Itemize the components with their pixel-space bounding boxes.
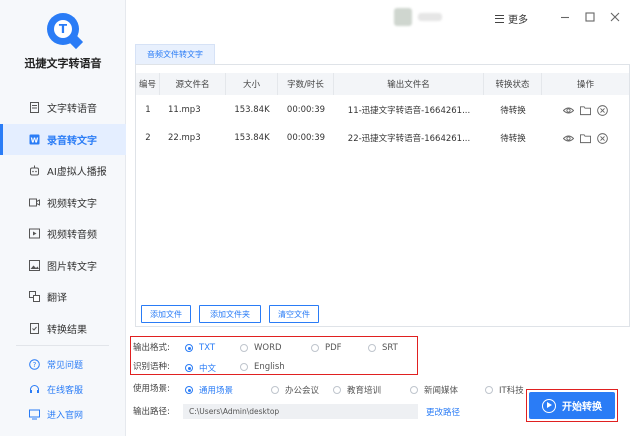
col-header-size: 大小: [226, 73, 278, 95]
translate-icon: [28, 291, 40, 303]
sidebar-footer: ? 常见问题 在线客服 进入官网: [0, 352, 126, 427]
footer-link-label: 常见问题: [47, 361, 84, 371]
question-icon: ?: [28, 359, 40, 371]
text-doc-icon: [28, 102, 40, 114]
col-header-duration: 字数/时长: [278, 73, 334, 95]
sidebar-item-label: 转换结果: [47, 324, 87, 336]
close-icon: [610, 12, 620, 22]
start-convert-button[interactable]: 开始转换: [529, 392, 615, 419]
image-icon: [28, 259, 40, 271]
output-path-input[interactable]: [183, 404, 418, 419]
col-header-output: 输出文件名: [334, 73, 484, 95]
footer-link-label: 进入官网: [47, 411, 84, 421]
play-icon: [542, 398, 556, 413]
col-header-status: 转换状态: [484, 73, 542, 95]
file-list-panel: 编号 源文件名 大小 字数/时长 输出文件名 转换状态 操作 1 11.mp3 …: [135, 64, 630, 327]
video-audio-icon: [28, 228, 40, 240]
output-row: 输出路径:: [133, 403, 183, 419]
col-header-actions: 操作: [576, 80, 594, 90]
col-header-no: 编号: [136, 73, 160, 95]
sidebar-item-label: 图片转文字: [47, 261, 97, 273]
delete-icon[interactable]: [597, 104, 608, 116]
headset-icon: [28, 384, 40, 396]
language-row: 识别语种:: [133, 358, 183, 374]
support-link[interactable]: 在线客服: [0, 377, 126, 402]
word-icon: W: [28, 133, 40, 145]
faq-link[interactable]: ? 常见问题: [0, 352, 126, 377]
sidebar-item-label: 翻译: [47, 293, 67, 305]
avatar[interactable]: [394, 8, 412, 26]
output-label: 输出路径:: [133, 407, 170, 417]
sidebar-item-label: 视频转文字: [47, 198, 97, 210]
col-header-name: 源文件名: [160, 73, 226, 95]
tab-audio-to-text[interactable]: 音频文件转文字: [135, 44, 215, 64]
sidebar-item-label: 文字转语音: [47, 104, 97, 116]
sidebar-nav: 文字转语音 W 录音转文字 AI虚拟人播报 视频转文字 视频转音频 图片转文字 …: [0, 92, 126, 344]
language-radio-english[interactable]: English: [240, 362, 285, 372]
video-icon: [28, 196, 40, 208]
app-logo: T: [47, 13, 84, 50]
svg-text:W: W: [30, 136, 38, 144]
scene-radio-education[interactable]: 教育培训: [333, 384, 381, 396]
sidebar-item-video-to-text[interactable]: 视频转文字: [0, 187, 126, 219]
maximize-icon: [585, 12, 595, 22]
scene-radio-it[interactable]: IT科技: [485, 384, 524, 396]
user-name: [418, 13, 442, 21]
sidebar-item-label: 视频转音频: [47, 230, 97, 242]
language-label: 识别语种:: [133, 362, 170, 372]
maximize-button[interactable]: [584, 11, 596, 23]
sidebar-item-image-to-text[interactable]: 图片转文字: [0, 250, 126, 282]
result-icon: [28, 322, 40, 334]
sidebar-item-ai-avatar[interactable]: AI虚拟人播报: [0, 155, 126, 187]
preview-icon[interactable]: [563, 105, 574, 116]
minimize-button[interactable]: [559, 11, 571, 23]
scene-radio-meeting[interactable]: 办公会议: [271, 384, 319, 396]
sidebar-item-translate[interactable]: 翻译: [0, 281, 126, 313]
add-file-button[interactable]: 添加文件: [141, 305, 191, 323]
sidebar-item-text-to-speech[interactable]: 文字转语音: [0, 92, 126, 124]
format-radio-pdf[interactable]: PDF: [311, 343, 342, 353]
format-radio-word[interactable]: WORD: [240, 343, 282, 353]
scene-row: 使用场景:: [133, 380, 183, 396]
scene-label: 使用场景:: [133, 384, 170, 394]
app-title: 迅捷文字转语音: [24, 57, 102, 70]
clear-files-button[interactable]: 清空文件: [269, 305, 319, 323]
add-folder-button[interactable]: 添加文件夹: [199, 305, 261, 323]
format-radio-srt[interactable]: SRT: [368, 343, 398, 353]
sidebar-divider: [16, 345, 109, 346]
preview-icon[interactable]: [563, 133, 574, 144]
minimize-icon: [561, 16, 569, 19]
start-button-highlight: 开始转换: [526, 389, 618, 422]
more-menu-button[interactable]: 更多: [495, 11, 528, 26]
sidebar-item-label: 录音转文字: [47, 135, 97, 147]
sidebar-item-label: AI虚拟人播报: [47, 167, 107, 179]
format-row: 输出格式:: [133, 339, 183, 355]
table-header: 编号 源文件名 大小 字数/时长 输出文件名 转换状态 操作: [136, 73, 629, 95]
folder-icon[interactable]: [580, 105, 591, 116]
table-row: 2 22.mp3 153.84K 00:00:39 22-迅捷文字转语音-166…: [136, 124, 629, 152]
sidebar: T 迅捷文字转语音 文字转语音 W 录音转文字 AI虚拟人播报 视频转文字 视频…: [0, 0, 126, 436]
change-path-link[interactable]: 更改路径: [426, 406, 460, 418]
folder-icon[interactable]: [580, 133, 591, 144]
scene-radio-general[interactable]: 通用场景: [185, 384, 233, 396]
format-label: 输出格式:: [133, 343, 170, 353]
language-radio-chinese[interactable]: 中文: [185, 362, 216, 374]
format-radio-txt[interactable]: TXT: [185, 343, 215, 353]
svg-text:?: ?: [32, 361, 36, 369]
delete-icon[interactable]: [597, 132, 608, 144]
sidebar-item-video-to-audio[interactable]: 视频转音频: [0, 218, 126, 250]
robot-icon: [28, 165, 40, 177]
table-row: 1 11.mp3 153.84K 00:00:39 11-迅捷文字转语音-166…: [136, 96, 629, 124]
sidebar-item-results[interactable]: 转换结果: [0, 313, 126, 345]
close-button[interactable]: [609, 11, 621, 23]
scene-radio-media[interactable]: 新闻媒体: [410, 384, 458, 396]
footer-link-label: 在线客服: [47, 386, 84, 396]
website-link[interactable]: 进入官网: [0, 402, 126, 427]
sidebar-item-audio-to-text[interactable]: W 录音转文字: [0, 123, 126, 155]
menu-icon: [495, 14, 504, 23]
monitor-icon: [28, 409, 40, 421]
